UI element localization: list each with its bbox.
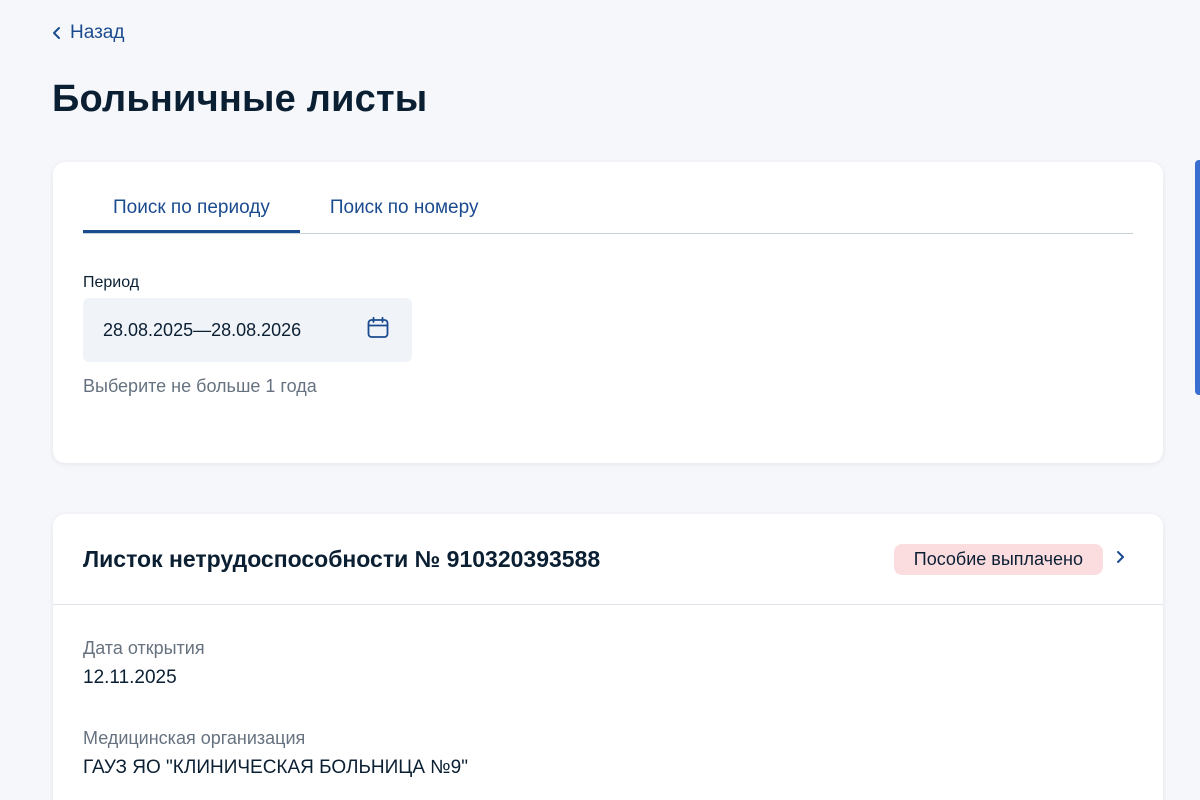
medical-org-block: Медицинская организация ГАУЗ ЯО "КЛИНИЧЕ…: [83, 728, 468, 779]
period-label: Период: [83, 274, 140, 291]
sick-leave-header-right: Пособие выплачено: [893, 543, 1125, 575]
tab-search-by-number[interactable]: Поиск по номеру: [300, 192, 509, 233]
open-date-value: 12.11.2025: [83, 667, 177, 688]
medical-org-label: Медицинская организация: [83, 728, 306, 748]
search-tabs: Поиск по периоду Поиск по номеру: [83, 192, 1133, 234]
page: Назад Больничные листы Поиск по периоду …: [0, 0, 1200, 800]
period-value: 28.08.2025—28.08.2026: [103, 319, 302, 340]
sick-leave-title: Листок нетрудоспособности № 910320393588: [83, 545, 601, 572]
sick-leave-card: Листок нетрудоспособности № 910320393588…: [53, 514, 1163, 800]
status-badge: Пособие выплачено: [893, 543, 1103, 575]
calendar-icon[interactable]: [366, 316, 390, 345]
tab-search-by-period[interactable]: Поиск по периоду: [83, 192, 300, 233]
medical-org-value: ГАУЗ ЯО "КЛИНИЧЕСКАЯ БОЛЬНИЦА №9": [83, 757, 468, 778]
open-date-label: Дата открытия: [83, 638, 205, 658]
period-date-input[interactable]: 28.08.2025—28.08.2026: [83, 298, 412, 362]
scrollbar-thumb[interactable]: [1195, 160, 1200, 395]
back-link-label: Назад: [70, 22, 125, 43]
sick-leave-header[interactable]: Листок нетрудоспособности № 910320393588…: [53, 514, 1163, 605]
period-hint: Выберите не больше 1 года: [83, 376, 317, 396]
chevron-left-icon: [52, 26, 62, 40]
search-card: Поиск по периоду Поиск по номеру Период …: [53, 162, 1163, 463]
chevron-right-icon[interactable]: [1115, 550, 1125, 569]
back-link[interactable]: Назад: [52, 22, 124, 44]
open-date-block: Дата открытия 12.11.2025: [83, 638, 205, 689]
page-title: Больничные листы: [52, 78, 428, 120]
